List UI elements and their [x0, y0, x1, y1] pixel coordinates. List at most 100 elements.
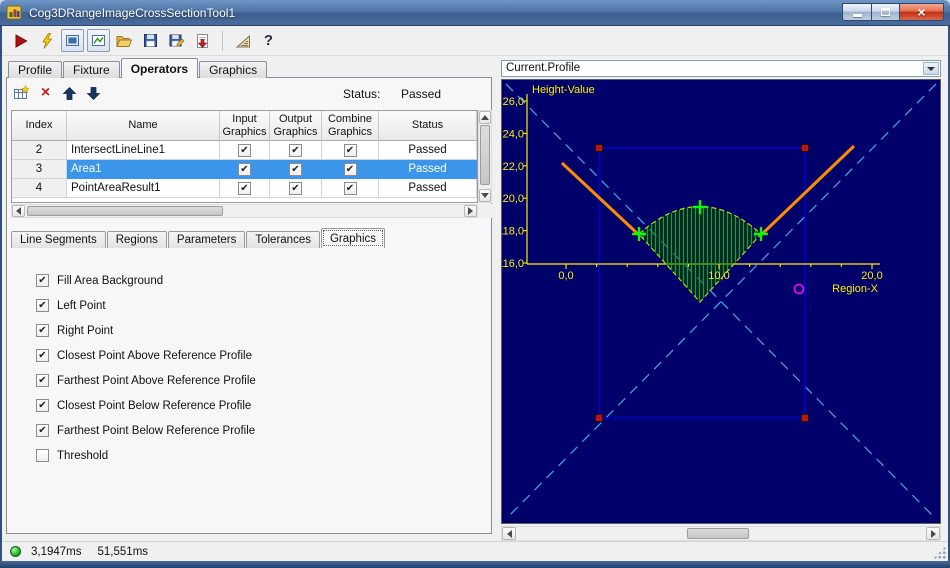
measure-icon[interactable] — [231, 29, 254, 52]
subtab-parameters[interactable]: Parameters — [167, 231, 246, 248]
tab-operators[interactable]: Operators — [120, 58, 199, 78]
maximize-button[interactable] — [871, 2, 899, 21]
scroll-right-button[interactable] — [464, 205, 477, 217]
x-axis-label: Region-X — [832, 283, 879, 295]
checkbox[interactable]: ✔ — [36, 299, 49, 312]
subtab-regions[interactable]: Regions — [106, 231, 167, 248]
scroll-up-button[interactable] — [479, 111, 491, 124]
add-operator-icon[interactable] — [11, 83, 32, 104]
close-button[interactable]: × — [899, 2, 944, 21]
graphics-option[interactable]: Threshold — [36, 449, 256, 462]
checkbox[interactable]: ✔ — [36, 424, 49, 437]
checkbox[interactable]: ✔ — [36, 324, 49, 337]
cell-name: Area1 — [67, 160, 220, 179]
checkbox[interactable] — [36, 449, 49, 462]
arrow-right-icon — [930, 529, 936, 538]
show-image-toggle[interactable] — [61, 29, 84, 52]
vertical-scroll-thumb[interactable] — [480, 125, 490, 185]
minimize-icon — [852, 13, 862, 17]
open-file-icon[interactable] — [113, 29, 136, 52]
cell-index: 2 — [12, 141, 67, 160]
profile-plot-panel[interactable]: Height-Value Region-X 126,0 124,0 122,0 120,0… — [501, 79, 941, 524]
y-tick-label: 126,0 — [502, 96, 524, 108]
table-row[interactable]: 4 PointAreaResult1 ✔ ✔ ✔ Passed — [12, 179, 477, 198]
import-icon[interactable] — [191, 29, 214, 52]
save-icon[interactable] — [139, 29, 162, 52]
scroll-down-button[interactable] — [479, 189, 491, 202]
graphics-option[interactable]: ✔ Farthest Point Below Reference Profile — [36, 424, 256, 437]
show-graphics-toggle[interactable] — [87, 29, 110, 52]
delete-operator-icon[interactable]: × — [35, 83, 56, 104]
column-header-input-graphics[interactable]: Input Graphics — [220, 111, 270, 141]
operators-table[interactable]: Index Name Input Graphics Output Graphics Co… — [11, 110, 478, 203]
plot-scroll-thumb[interactable] — [687, 528, 749, 539]
profile-chart[interactable]: Height-Value Region-X 126,0 124,0 122,0 120,0… — [502, 80, 940, 523]
profile-selector[interactable]: Current.Profile — [501, 60, 941, 77]
table-row[interactable]: 3 Area1 ✔ ✔ ✔ Passed — [12, 160, 477, 179]
cell-checkbox: ✔ — [220, 141, 270, 160]
trigger-icon[interactable] — [35, 29, 58, 52]
graphics-option[interactable]: ✔ Left Point — [36, 299, 256, 312]
column-header-name[interactable]: Name — [67, 111, 220, 141]
help-icon[interactable]: ? — [257, 29, 280, 52]
cell-status: Passed — [379, 179, 477, 198]
grid-checkbox[interactable]: ✔ — [238, 162, 251, 176]
scroll-left-button[interactable] — [12, 205, 25, 217]
grid-checkbox[interactable]: ✔ — [343, 181, 357, 195]
graphics-option[interactable]: ✔ Fill Area Background — [36, 274, 256, 287]
subtab-graphics[interactable]: Graphics — [320, 228, 386, 248]
grid-checkbox[interactable]: ✔ — [289, 181, 302, 195]
app-window: Cog3DRangeImageCrossSectionTool1 × ? Pro… — [0, 0, 950, 568]
tab-profile[interactable]: Profile — [8, 61, 63, 78]
checkbox[interactable]: ✔ — [36, 399, 49, 412]
grid-checkbox[interactable]: ✔ — [238, 143, 251, 157]
checkbox[interactable]: ✔ — [36, 274, 49, 287]
run-status-led — [10, 546, 21, 557]
column-header-combine-graphics[interactable]: Combine Graphics — [322, 111, 379, 141]
arrow-down-icon — [481, 193, 489, 198]
titlebar[interactable]: Cog3DRangeImageCrossSectionTool1 × — [0, 0, 950, 26]
grid-checkbox[interactable]: ✔ — [238, 181, 251, 195]
minimize-button[interactable] — [842, 2, 871, 21]
window-title: Cog3DRangeImageCrossSectionTool1 — [29, 5, 236, 20]
dropdown-button[interactable] — [923, 62, 939, 75]
grid-checkbox[interactable]: ✔ — [289, 143, 302, 157]
save-as-icon[interactable] — [165, 29, 188, 52]
region-handle-tr[interactable] — [801, 144, 809, 152]
table-vertical-scrollbar[interactable] — [478, 110, 492, 203]
table-row[interactable]: 2 IntersectLineLine1 ✔ ✔ ✔ Passed — [12, 141, 477, 160]
subtab-tolerances[interactable]: Tolerances — [246, 231, 320, 248]
checkbox[interactable]: ✔ — [36, 349, 49, 362]
column-header-status[interactable]: Status — [379, 111, 477, 141]
column-header-output-graphics[interactable]: Output Graphics — [270, 111, 322, 141]
graphics-option[interactable]: ✔ Closest Point Below Reference Profile — [36, 399, 256, 412]
checkbox-label: Farthest Point Above Reference Profile — [57, 374, 256, 387]
cell-checkbox: ✔ — [322, 141, 379, 160]
graphics-option[interactable]: ✔ Right Point — [36, 324, 256, 337]
checkbox[interactable]: ✔ — [36, 374, 49, 387]
grid-checkbox[interactable]: ✔ — [343, 143, 357, 157]
grid-checkbox[interactable]: ✔ — [289, 162, 302, 176]
main-tab-strip: Profile Fixture Operators Graphics — [8, 58, 268, 78]
column-header-index[interactable]: Index — [12, 111, 67, 141]
plot-scroll-right-button[interactable] — [926, 527, 940, 540]
subtab-line-segments[interactable]: Line Segments — [11, 231, 106, 248]
cell-checkbox: ✔ — [220, 160, 270, 179]
graphics-option[interactable]: ✔ Farthest Point Above Reference Profile — [36, 374, 256, 387]
horizontal-scroll-thumb[interactable] — [27, 206, 223, 216]
run-icon[interactable] — [9, 29, 32, 52]
plot-horizontal-scrollbar[interactable] — [501, 526, 941, 541]
tab-graphics[interactable]: Graphics — [199, 61, 268, 78]
region-handle-bl[interactable] — [595, 414, 603, 422]
graphics-option[interactable]: ✔ Closest Point Above Reference Profile — [36, 349, 256, 362]
tab-fixture[interactable]: Fixture — [63, 61, 120, 78]
move-up-icon[interactable] — [59, 83, 80, 104]
region-handle-tl[interactable] — [595, 144, 603, 152]
status-bar: 3,1947ms 51,551ms — [2, 541, 948, 561]
table-horizontal-scrollbar[interactable] — [11, 204, 478, 218]
move-down-icon[interactable] — [83, 83, 104, 104]
grid-checkbox[interactable]: ✔ — [343, 162, 357, 176]
plot-scroll-left-button[interactable] — [502, 527, 516, 540]
window-controls: × — [842, 2, 944, 23]
region-handle-br[interactable] — [801, 414, 809, 422]
